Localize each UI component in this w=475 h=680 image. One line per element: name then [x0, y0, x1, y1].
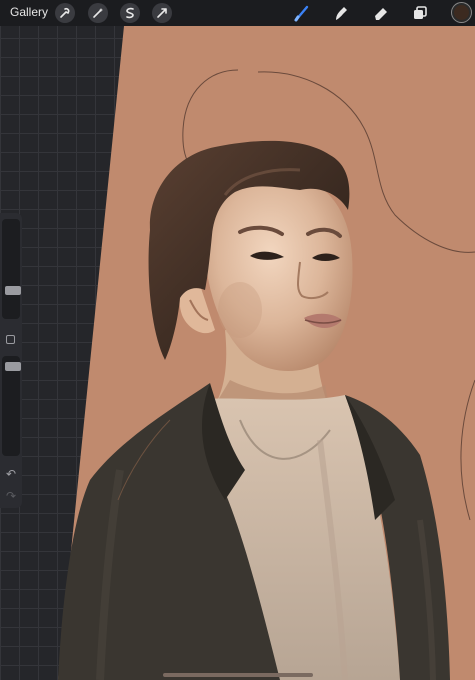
- left-sidebar: ↶ ↷: [0, 213, 22, 508]
- home-indicator: [163, 673, 313, 677]
- brush-icon[interactable]: [292, 3, 312, 23]
- top-toolbar: Gallery: [0, 0, 475, 26]
- brush-opacity-slider[interactable]: [2, 356, 21, 456]
- magic-wand-icon[interactable]: [88, 3, 108, 23]
- eraser-icon[interactable]: [371, 3, 391, 23]
- smudge-icon[interactable]: [331, 3, 351, 23]
- layers-icon[interactable]: [410, 3, 430, 23]
- transform-icon[interactable]: [152, 3, 172, 23]
- canvas-artwork[interactable]: [0, 0, 475, 680]
- wrench-icon[interactable]: [55, 3, 75, 23]
- selection-icon[interactable]: [120, 3, 140, 23]
- brush-size-slider[interactable]: [2, 219, 21, 319]
- gallery-button[interactable]: Gallery: [10, 5, 48, 19]
- brush-opacity-thumb[interactable]: [5, 362, 21, 372]
- redo-icon[interactable]: ↷: [4, 489, 18, 503]
- color-picker-button[interactable]: [452, 3, 471, 22]
- brush-size-thumb[interactable]: [5, 286, 21, 296]
- modify-button[interactable]: [6, 335, 15, 344]
- undo-icon[interactable]: ↶: [4, 467, 18, 481]
